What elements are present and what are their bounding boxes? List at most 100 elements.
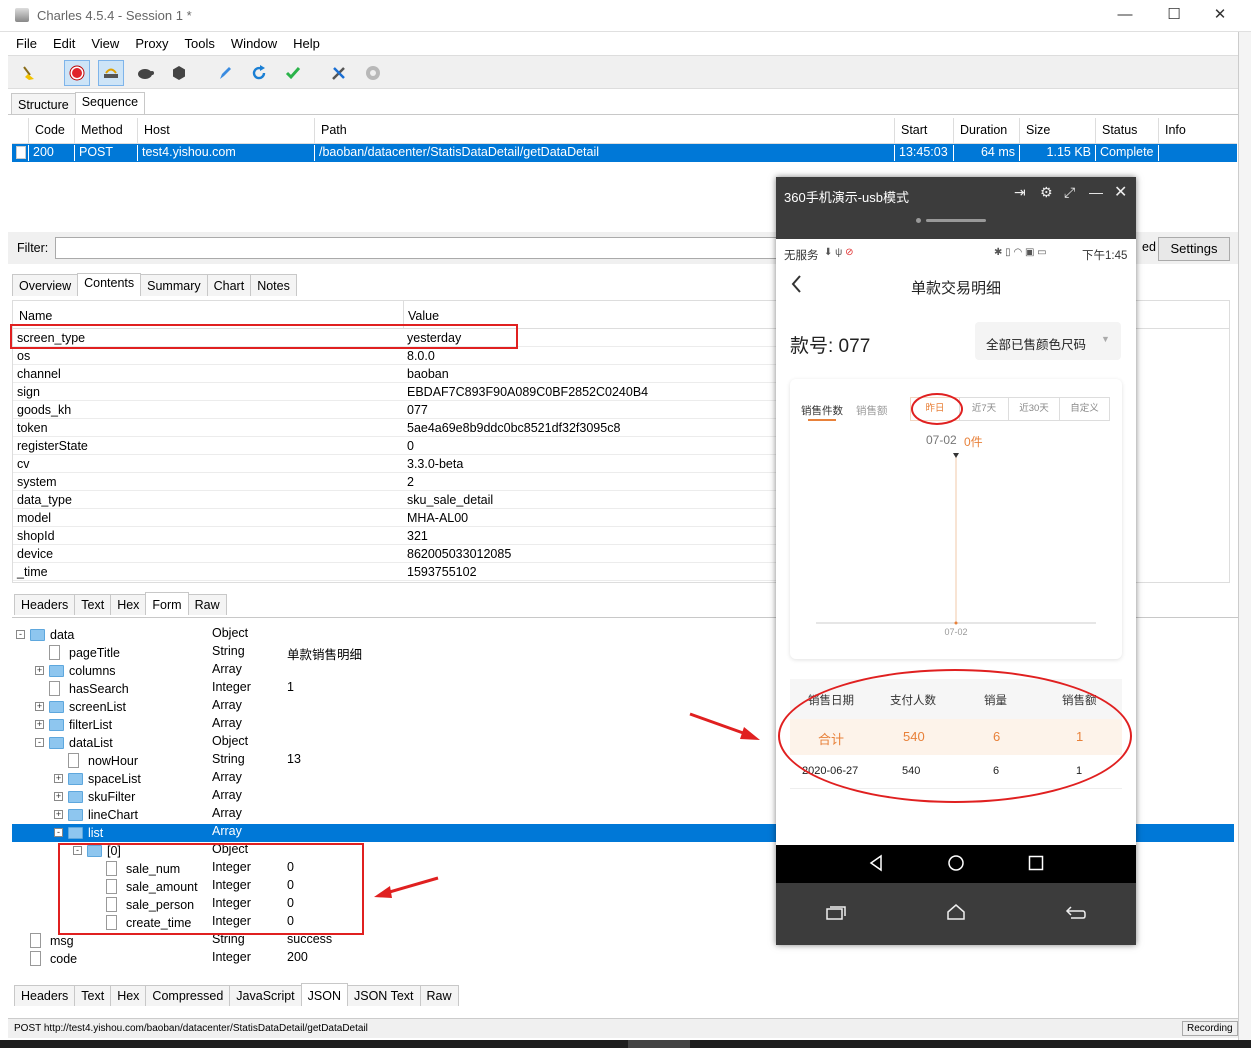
tab-res-json-text[interactable]: JSON Text — [347, 985, 421, 1006]
menu-view[interactable]: View — [83, 33, 127, 55]
tab-notes[interactable]: Notes — [250, 274, 297, 296]
table-row[interactable]: 200 POST test4.yishou.com /baoban/datace… — [12, 144, 1237, 162]
metric-tab-amount[interactable]: 销售额 — [856, 403, 888, 418]
table-row[interactable]: goods_kh 077 — [13, 401, 778, 419]
tab-req-text[interactable]: Text — [74, 594, 112, 615]
throttle-icon[interactable] — [98, 60, 124, 86]
tab-res-compressed[interactable]: Compressed — [145, 985, 231, 1006]
col-status[interactable]: Status — [1096, 118, 1159, 144]
expand-icon[interactable]: + — [54, 810, 63, 819]
tab-req-raw[interactable]: Raw — [187, 594, 227, 615]
nav-back-icon[interactable] — [868, 854, 884, 875]
menu-edit[interactable]: Edit — [45, 33, 83, 55]
close-button[interactable]: ✕ — [1200, 4, 1240, 26]
collapse-icon[interactable]: - — [35, 738, 44, 747]
expand-icon[interactable]: + — [35, 720, 44, 729]
settings-button[interactable]: Settings — [1158, 237, 1230, 261]
tab-res-text[interactable]: Text — [74, 985, 112, 1006]
refresh-icon[interactable] — [246, 60, 272, 86]
charles-app-icon — [15, 8, 29, 22]
tab-res-hex[interactable]: Hex — [110, 985, 147, 1006]
col-code[interactable]: Code — [29, 118, 75, 144]
table-row[interactable]: token 5ae4a69e8b9ddc0bc8521df32f3095c8 — [13, 419, 778, 437]
tab-res-headers[interactable]: Headers — [14, 985, 76, 1006]
col-host[interactable]: Host — [138, 118, 315, 144]
menu-proxy[interactable]: Proxy — [127, 33, 176, 55]
tab-contents[interactable]: Contents — [77, 273, 142, 296]
table-row[interactable]: registerState 0 — [13, 437, 778, 455]
filter-input[interactable] — [55, 237, 795, 259]
range-custom[interactable]: 自定义 — [1059, 397, 1110, 421]
col-method[interactable]: Method — [75, 118, 138, 144]
check-icon[interactable] — [280, 60, 306, 86]
recording-indicator[interactable]: Recording — [1182, 1021, 1238, 1036]
table-row[interactable]: shopId 321 — [13, 527, 778, 545]
table-row[interactable]: channel baoban — [13, 365, 778, 383]
tab-res-raw[interactable]: Raw — [419, 985, 459, 1006]
return-icon[interactable] — [1065, 904, 1087, 923]
home-icon[interactable] — [946, 904, 966, 923]
gear-icon[interactable] — [360, 60, 386, 86]
turtle-icon[interactable] — [132, 60, 158, 86]
expand-icon[interactable]: + — [54, 792, 63, 801]
close-icon[interactable]: ✕ — [1114, 182, 1127, 202]
table-row[interactable]: data_type sku_sale_detail — [13, 491, 778, 509]
col-value[interactable]: Value — [408, 309, 439, 323]
expand-icon[interactable]: + — [54, 774, 63, 783]
expand-icon[interactable]: + — [35, 702, 44, 711]
tab-structure[interactable]: Structure — [11, 93, 76, 115]
minimize-button[interactable]: — — [1105, 4, 1145, 26]
minimize-icon[interactable]: — — [1089, 184, 1103, 200]
fullscreen-icon[interactable]: ⤢ — [1064, 184, 1075, 201]
nav-home-icon[interactable] — [947, 854, 965, 875]
table-row[interactable]: sign EBDAF7C893F90A089C0BF2852C0240B4 — [13, 383, 778, 401]
tab-req-hex[interactable]: Hex — [110, 594, 147, 615]
col-duration[interactable]: Duration — [954, 118, 1020, 144]
menu-window[interactable]: Window — [223, 33, 285, 55]
tab-res-json[interactable]: JSON — [300, 983, 348, 1006]
table-row[interactable]: device 862005033012085 — [13, 545, 778, 563]
tree-row[interactable]: code Integer 200 — [12, 950, 1234, 968]
tab-req-form[interactable]: Form — [145, 592, 189, 615]
expand-icon[interactable]: + — [35, 666, 44, 675]
table-row[interactable]: _time 1593755102 — [13, 563, 778, 581]
collapse-icon[interactable]: - — [54, 828, 63, 837]
range-30days[interactable]: 近30天 — [1008, 397, 1060, 421]
drag-handle[interactable] — [926, 219, 986, 222]
tab-summary[interactable]: Summary — [140, 274, 208, 296]
tab-overview[interactable]: Overview — [12, 274, 79, 296]
tab-sequence[interactable]: Sequence — [74, 92, 146, 115]
broom-icon[interactable] — [16, 60, 42, 86]
tab-req-headers[interactable]: Headers — [14, 594, 76, 615]
table-row[interactable]: cv 3.3.0-beta — [13, 455, 778, 473]
pin-icon[interactable]: ⇥ — [1014, 184, 1026, 201]
hexagon-icon[interactable] — [166, 60, 192, 86]
menu-tools[interactable]: Tools — [177, 33, 223, 55]
pen-icon[interactable] — [212, 60, 238, 86]
tree-value: 200 — [287, 950, 308, 964]
sku-filter-dropdown[interactable]: 全部已售颜色尺码 ▼ — [975, 322, 1121, 360]
tools-icon[interactable] — [326, 60, 352, 86]
metric-tab-count[interactable]: 销售件数 — [801, 403, 843, 418]
collapse-icon[interactable]: - — [16, 630, 25, 639]
gear-icon[interactable]: ⚙ — [1040, 184, 1053, 201]
col-start[interactable]: Start — [895, 118, 954, 144]
range-7days[interactable]: 近7天 — [959, 397, 1009, 421]
tab-chart[interactable]: Chart — [206, 274, 252, 296]
phone-window-title: 360手机演示-usb模式 — [784, 190, 909, 205]
col-info[interactable]: Info — [1159, 118, 1237, 144]
menu-help[interactable]: Help — [285, 33, 328, 55]
multitask-icon[interactable] — [826, 905, 846, 924]
param-value: 0 — [407, 439, 414, 453]
nav-recent-icon[interactable] — [1028, 855, 1044, 874]
tab-res-javascript[interactable]: JavaScript — [229, 985, 302, 1006]
menu-file[interactable]: File — [8, 33, 45, 55]
table-row[interactable]: system 2 — [13, 473, 778, 491]
col-size[interactable]: Size — [1020, 118, 1096, 144]
record-icon[interactable] — [64, 60, 90, 86]
maximize-button[interactable]: ☐ — [1154, 4, 1194, 26]
table-row[interactable]: model MHA-AL00 — [13, 509, 778, 527]
col-path[interactable]: Path — [315, 118, 895, 144]
table-row[interactable]: os 8.0.0 — [13, 347, 778, 365]
col-name[interactable]: Name — [19, 309, 52, 323]
